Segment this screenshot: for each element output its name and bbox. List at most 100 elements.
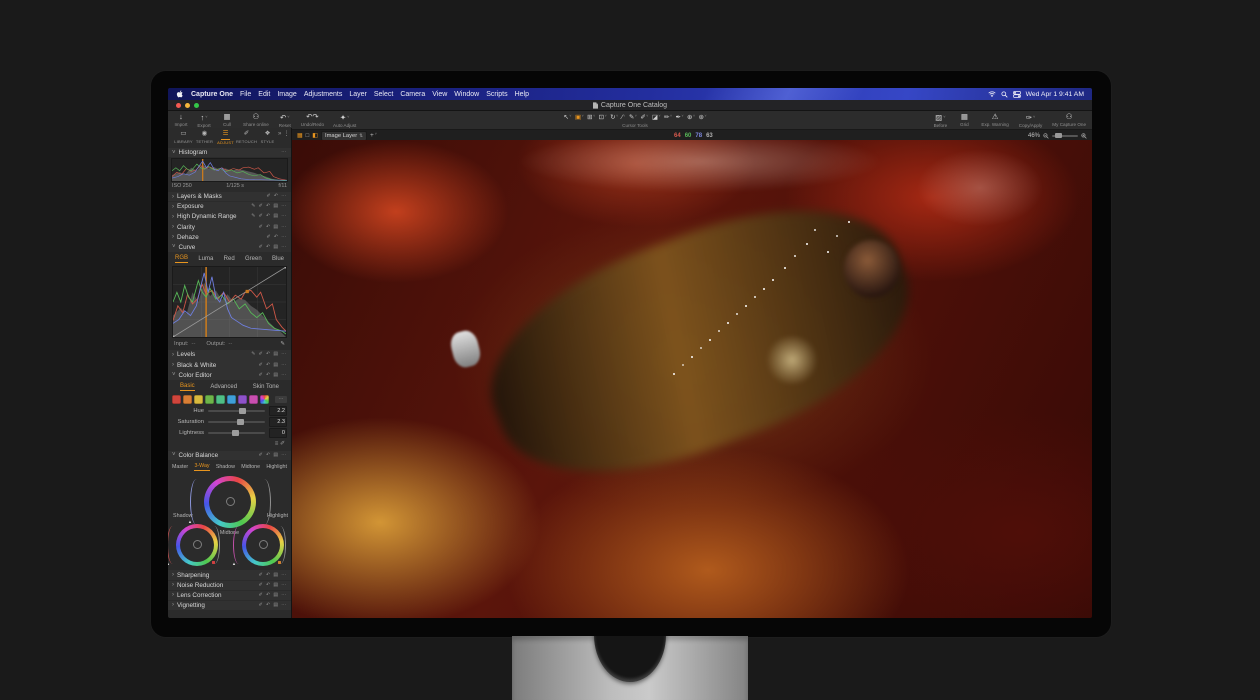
toolbar-button[interactable]: ↶ Reset [278, 112, 292, 128]
color-swatch[interactable] [216, 395, 225, 404]
slider-track[interactable] [208, 421, 265, 423]
menu-item[interactable]: Edit [258, 91, 270, 98]
curve-panel-header[interactable]: ˅ Curve ✐ ↶ ▤ ⋯ [168, 242, 291, 251]
menu-item[interactable]: Adjustments [304, 91, 343, 98]
slider-track[interactable] [208, 410, 265, 412]
sidebar-tool-tab[interactable]: ❖ STYLE [257, 130, 278, 145]
tab[interactable]: Luma [198, 256, 213, 262]
menu-bar-clock[interactable]: Wed Apr 1 9:41 AM [1026, 91, 1084, 98]
toolbar-button[interactable]: ↶↷ Undo/Redo [301, 112, 324, 128]
tab[interactable]: Midtone [241, 464, 260, 470]
menu-item[interactable]: Capture One [191, 91, 233, 98]
cursor-tool[interactable]: ▣ [575, 112, 584, 122]
tab[interactable]: Skin Tone [253, 384, 279, 390]
color-swatch[interactable] [260, 395, 269, 404]
cursor-tool[interactable]: ✎ [629, 112, 637, 122]
cursor-tool[interactable]: ⊞ [587, 112, 595, 122]
slider-thumb[interactable] [232, 430, 239, 436]
slider-thumb[interactable] [237, 419, 244, 425]
panel-row[interactable]: › Exposure ✎ ✐ ↶ ▤ ⋯ [168, 202, 291, 211]
panel-action-icons[interactable]: ✐ ↶ ▤ ⋯ [259, 245, 287, 250]
viewer-mode-icon[interactable]: ◧ [312, 132, 318, 140]
panel-row[interactable]: › Black & White ✐ ↶ ▤ ⋯ [168, 360, 291, 369]
color-swatch[interactable] [172, 395, 181, 404]
color-editor-footer-icons[interactable]: ≡ ✐ [275, 440, 285, 447]
more-tabs-icon[interactable]: » [278, 131, 281, 137]
zoom-level[interactable]: 46% [1028, 133, 1040, 139]
shadow-right-arc-slider[interactable] [209, 526, 220, 564]
cursor-tool[interactable]: ⊕ [687, 112, 695, 122]
panel-action-icons[interactable]: ✐ ↶ ⋯ [266, 235, 287, 240]
curve-point-picker-icon[interactable]: ✎ [280, 341, 285, 347]
color-swatch[interactable] [238, 395, 247, 404]
cursor-tool[interactable]: ✐ [640, 112, 648, 122]
cursor-tool[interactable]: ⊛ [699, 112, 707, 122]
menu-item[interactable]: Layer [349, 91, 367, 98]
panel-row[interactable]: › Layers & Masks ✐ ↶ ⋯ [168, 192, 291, 201]
tab[interactable]: Basic [180, 383, 195, 391]
tab[interactable]: 3-Way [194, 463, 209, 471]
swatch-more-button[interactable]: ⋯ [275, 396, 287, 403]
tab[interactable]: Shadow [216, 464, 235, 470]
cursor-tool[interactable]: ⊡ [599, 112, 607, 122]
tab[interactable]: Red [224, 256, 235, 262]
menu-item[interactable]: Camera [400, 91, 425, 98]
panel-row[interactable]: › Noise Reduction ✐ ↶ ▤ ⋯ [168, 581, 291, 590]
panel-action-icons[interactable]: ✐ ↶ ▤ ⋯ [259, 225, 287, 230]
layer-select[interactable]: Image Layer ⇅ [321, 131, 367, 141]
color-swatch[interactable] [194, 395, 203, 404]
curve-graph[interactable] [172, 266, 287, 338]
tab[interactable]: Master [172, 464, 188, 470]
toolbar-button[interactable]: ⚇ My Capture One [1052, 112, 1086, 128]
panel-action-icons[interactable]: ✐ ↶ ▤ ⋯ [259, 363, 287, 368]
histogram-panel-header[interactable]: ˅ Histogram ⋯ [168, 148, 291, 157]
toolbar-button[interactable]: ⚇ Share online [243, 112, 269, 128]
sidebar-tool-tab[interactable]: ☰ ADJUST [215, 130, 236, 145]
cursor-tool[interactable]: ✏ [664, 112, 672, 122]
add-layer-button[interactable]: + [370, 132, 377, 139]
wheel-center-handle[interactable] [226, 497, 235, 506]
photo-viewer[interactable] [292, 140, 1092, 618]
cursor-tool[interactable]: ↻ [610, 112, 618, 122]
slider-thumb[interactable] [239, 408, 246, 414]
menu-item[interactable]: Window [454, 91, 479, 98]
tab[interactable]: Green [245, 256, 262, 262]
tab[interactable]: Blue [272, 256, 284, 262]
color-swatch[interactable] [227, 395, 236, 404]
panel-action-icons[interactable]: ✐ ↶ ▤ ⋯ [259, 593, 287, 598]
color-balance-panel-header[interactable]: ˅ Color Balance ✐ ↶ ▤ ⋯ [168, 451, 291, 460]
menu-item[interactable]: Help [515, 91, 529, 98]
panel-action-icons[interactable]: ✐ ↶ ▤ ⋯ [259, 573, 287, 578]
cursor-tool[interactable]: ◪ [652, 112, 661, 122]
wifi-icon[interactable] [988, 91, 996, 97]
color-swatch[interactable] [183, 395, 192, 404]
panel-row[interactable]: › Clarity ✐ ↶ ▤ ⋯ [168, 222, 291, 231]
control-center-icon[interactable] [1013, 91, 1021, 98]
cursor-tool[interactable]: ✒ [676, 112, 684, 122]
toolbar-button[interactable]: ▦ Grid [957, 112, 971, 128]
zoom-in-icon[interactable] [1081, 133, 1087, 139]
panel-action-icons[interactable]: ✐ ↶ ▤ ⋯ [259, 603, 287, 608]
zoom-slider[interactable] [1052, 135, 1078, 137]
sidebar-tool-tab[interactable]: ◉ TETHER [194, 130, 215, 145]
viewer-mode-icon[interactable]: □ [306, 132, 310, 140]
toolbar-button[interactable]: ↑ Export [197, 112, 211, 128]
wheel-center-handle[interactable] [193, 540, 202, 549]
cursor-tool[interactable]: ↖ [563, 112, 571, 122]
tab[interactable]: Advanced [210, 384, 237, 390]
tab[interactable]: RGB [175, 255, 188, 263]
sidebar-tool-tab[interactable]: ✐ RETOUCH [236, 130, 257, 145]
toolbar-button[interactable]: ✑ Copy/Apply [1019, 112, 1043, 128]
highlight-right-arc-slider[interactable] [275, 526, 286, 564]
zoom-out-icon[interactable] [1043, 133, 1049, 139]
panel-row[interactable]: › Lens Correction ✐ ↶ ▤ ⋯ [168, 591, 291, 600]
panel-action-icons[interactable]: ✎ ✐ ↶ ▤ ⋯ [251, 352, 287, 357]
zoom-slider-thumb[interactable] [1055, 133, 1062, 138]
menu-item[interactable]: Select [374, 91, 393, 98]
toolbar-button[interactable]: ✦ Auto Adjust [333, 112, 356, 128]
tab-options-icon[interactable]: ⋮ [283, 130, 289, 137]
panel-row[interactable]: › Sharpening ✐ ↶ ▤ ⋯ [168, 570, 291, 579]
spotlight-search-icon[interactable] [1001, 91, 1008, 98]
cursor-tool[interactable]: ∕ [622, 112, 626, 122]
panel-action-icons[interactable]: ⋯ [281, 150, 287, 155]
